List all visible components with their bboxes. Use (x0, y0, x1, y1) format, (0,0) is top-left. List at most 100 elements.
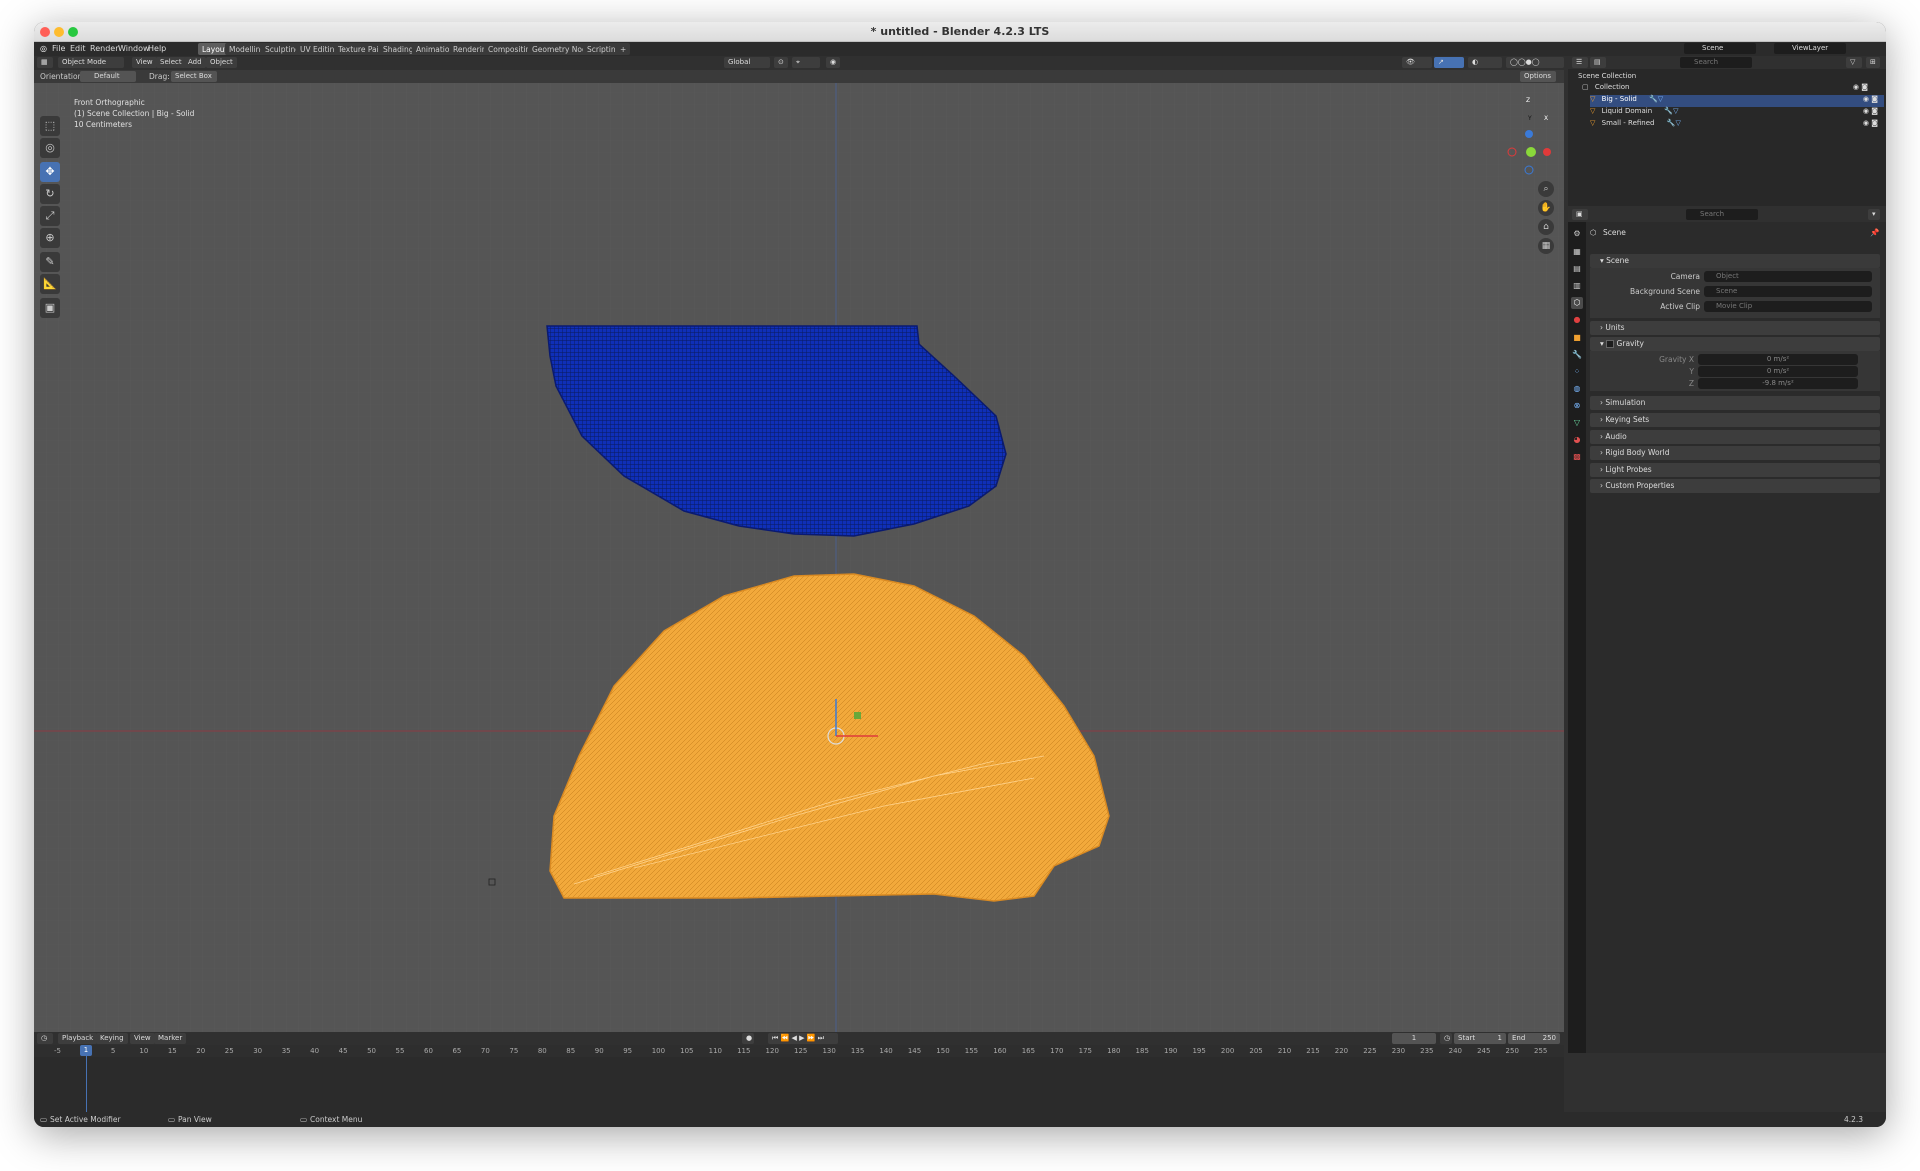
proportional-edit-icon[interactable]: ◉ (826, 57, 840, 68)
modifier-icon[interactable]: 🔧▽ (1649, 95, 1663, 103)
outliner-item-small-refined[interactable]: ▽ Small - Refined 🔧▽ ◉ ◙ (1590, 119, 1884, 131)
menu-help[interactable]: Help (148, 44, 166, 53)
gravity-checkbox[interactable] (1606, 340, 1615, 348)
view-layer-tab-icon[interactable]: ▥ (1571, 280, 1583, 292)
modifier-tab-icon[interactable]: 🔧 (1571, 349, 1583, 361)
mode-selector[interactable]: Object Mode (58, 57, 124, 68)
menu-object[interactable]: Object (206, 57, 237, 68)
physics-tab-icon[interactable]: ◍ (1571, 383, 1583, 395)
active-clip-field[interactable]: Movie Clip (1704, 301, 1872, 312)
outliner-item-liquid-domain[interactable]: ▽ Liquid Domain 🔧▽ ◉ ◙ (1590, 107, 1884, 119)
shading-mode-icons[interactable]: ◯◯●◯ (1506, 57, 1564, 68)
end-frame-field[interactable]: End 250 (1508, 1033, 1560, 1044)
timeline-editor-icon[interactable]: ◷ (37, 1033, 53, 1044)
start-frame-field[interactable]: Start 1 (1454, 1033, 1506, 1044)
tool-tab-icon[interactable]: ⚙ (1571, 228, 1583, 240)
units-section-header[interactable]: › Units (1590, 321, 1880, 335)
modifier-icon[interactable]: 🔧▽ (1664, 107, 1678, 115)
add-workspace-button[interactable]: + (616, 43, 631, 55)
ortho-grid-icon[interactable]: ▦ (1538, 238, 1554, 254)
auto-keying-icon[interactable]: ● (742, 1033, 754, 1044)
transform-tool-icon[interactable]: ⊕ (40, 228, 60, 248)
pan-hand-icon[interactable]: ✋ (1538, 200, 1554, 216)
outliner-item-big-solid[interactable]: ▽ Big - Solid 🔧▽ ◉ ◙ (1590, 95, 1884, 107)
transform-orientation-selector[interactable]: Global (724, 57, 770, 68)
scene-selector[interactable]: Scene (1684, 43, 1756, 54)
new-collection-icon[interactable]: ⊞ (1866, 57, 1880, 68)
data-tab-icon[interactable]: ▽ (1571, 417, 1583, 429)
menu-window[interactable]: Window (118, 44, 150, 53)
gravity-section-header[interactable]: ▾ Gravity (1590, 337, 1880, 351)
render-tab-icon[interactable]: ▦ (1571, 246, 1583, 258)
light-probes-section-header[interactable]: › Light Probes (1590, 463, 1880, 477)
object-visibility-icon[interactable]: ◉ ◙ (1863, 119, 1878, 127)
editor-type-icon[interactable]: ▦ (37, 57, 53, 68)
rigid-body-world-section-header[interactable]: › Rigid Body World (1590, 446, 1880, 460)
select-box-tool-icon[interactable]: ⬚ (40, 116, 60, 136)
zoom-icon[interactable]: ⌕ (1538, 181, 1554, 197)
orientation-selector[interactable]: Default (80, 71, 136, 82)
properties-search[interactable]: Search (1686, 209, 1758, 220)
visibility-icon[interactable]: 👁 (1402, 57, 1432, 68)
timeline-ruler[interactable]: -515101520253035404550556065707580859095… (34, 1045, 1564, 1057)
gizmo-z-label[interactable]: Z (1526, 97, 1530, 104)
preview-range-icon[interactable]: ◷ (1440, 1033, 1452, 1044)
drag-selector[interactable]: Select Box (171, 71, 217, 82)
add-cube-tool-icon[interactable]: ▣ (40, 298, 60, 318)
background-scene-field[interactable]: Scene (1704, 286, 1872, 297)
overlay-toggle-icon[interactable]: ◐ (1468, 57, 1502, 68)
custom-properties-section-header[interactable]: › Custom Properties (1590, 479, 1880, 493)
menu-select[interactable]: Select (156, 57, 186, 68)
pin-icon[interactable]: 📌 (1870, 228, 1879, 237)
measure-tool-icon[interactable]: 📐 (40, 274, 60, 294)
texture-tab-icon[interactable]: ▩ (1571, 451, 1583, 463)
menu-view[interactable]: View (132, 57, 157, 68)
gravity-y-field[interactable]: 0 m/s² (1698, 366, 1858, 377)
menu-render[interactable]: Render (90, 44, 118, 53)
particles-tab-icon[interactable]: ⁘ (1571, 366, 1583, 378)
annotate-tool-icon[interactable]: ✎ (40, 252, 60, 272)
pivot-icon[interactable]: ⊙ (774, 57, 788, 68)
options-dropdown[interactable]: Options (1520, 71, 1556, 82)
gizmo-toggle-icon[interactable]: ↗ (1434, 57, 1464, 68)
object-tab-icon[interactable]: ■ (1571, 332, 1583, 344)
playback-menu[interactable]: Playback (58, 1033, 98, 1044)
move-tool-icon[interactable]: ✥ (40, 162, 60, 182)
material-tab-icon[interactable]: ◕ (1571, 434, 1583, 446)
timeline-view-menu[interactable]: View (130, 1033, 155, 1044)
keying-menu[interactable]: Keying (96, 1033, 128, 1044)
marker-menu[interactable]: Marker (154, 1033, 187, 1044)
cursor-tool-icon[interactable]: ◎ (40, 138, 60, 158)
camera-field[interactable]: Object (1704, 271, 1872, 282)
menu-edit[interactable]: Edit (70, 44, 86, 53)
properties-editor-icon[interactable]: ▣ (1572, 209, 1588, 220)
gravity-z-field[interactable]: -9.8 m/s² (1698, 378, 1858, 389)
filter-icon[interactable]: ▽ (1846, 57, 1862, 68)
snap-icon[interactable]: ⌖ (792, 57, 820, 68)
keying-sets-section-header[interactable]: › Keying Sets (1590, 413, 1880, 427)
rotate-tool-icon[interactable]: ↻ (40, 184, 60, 204)
scale-tool-icon[interactable]: ⤢ (40, 206, 60, 226)
constraints-tab-icon[interactable]: ⊗ (1571, 400, 1583, 412)
camera-view-icon[interactable]: ⌂ (1538, 219, 1554, 235)
current-frame-field[interactable]: 1 (1392, 1033, 1436, 1044)
gizmo-y-label[interactable]: Y (1528, 115, 1532, 122)
output-tab-icon[interactable]: ▤ (1571, 263, 1583, 275)
playback-controls[interactable]: ⏮ ⏪ ◀ ▶ ⏩ ⏭ (768, 1033, 838, 1044)
scene-section-header[interactable]: ▾ Scene (1590, 254, 1880, 268)
collection-row[interactable]: ▢ Collection ◉ ◙ (1582, 83, 1882, 95)
object-visibility-icon[interactable]: ◉ ◙ (1863, 95, 1878, 103)
view-layer-selector[interactable]: ViewLayer (1774, 43, 1846, 54)
menu-file[interactable]: File (52, 44, 65, 53)
playhead-frame-label[interactable]: 1 (80, 1045, 92, 1056)
3d-viewport[interactable]: ▦ Object Mode View Select Add Object Glo… (34, 56, 1564, 1053)
world-tab-icon[interactable]: ● (1571, 314, 1583, 326)
gizmo-x-label[interactable]: X (1544, 115, 1548, 122)
simulation-section-header[interactable]: › Simulation (1590, 396, 1880, 410)
outliner-search[interactable]: Search (1680, 57, 1752, 68)
properties-options-icon[interactable]: ▾ (1868, 209, 1880, 220)
blender-logo-icon[interactable]: ◎ (40, 44, 47, 53)
display-mode-icon[interactable]: ▤ (1590, 57, 1606, 68)
object-visibility-icon[interactable]: ◉ ◙ (1863, 107, 1878, 115)
audio-section-header[interactable]: › Audio (1590, 430, 1880, 444)
